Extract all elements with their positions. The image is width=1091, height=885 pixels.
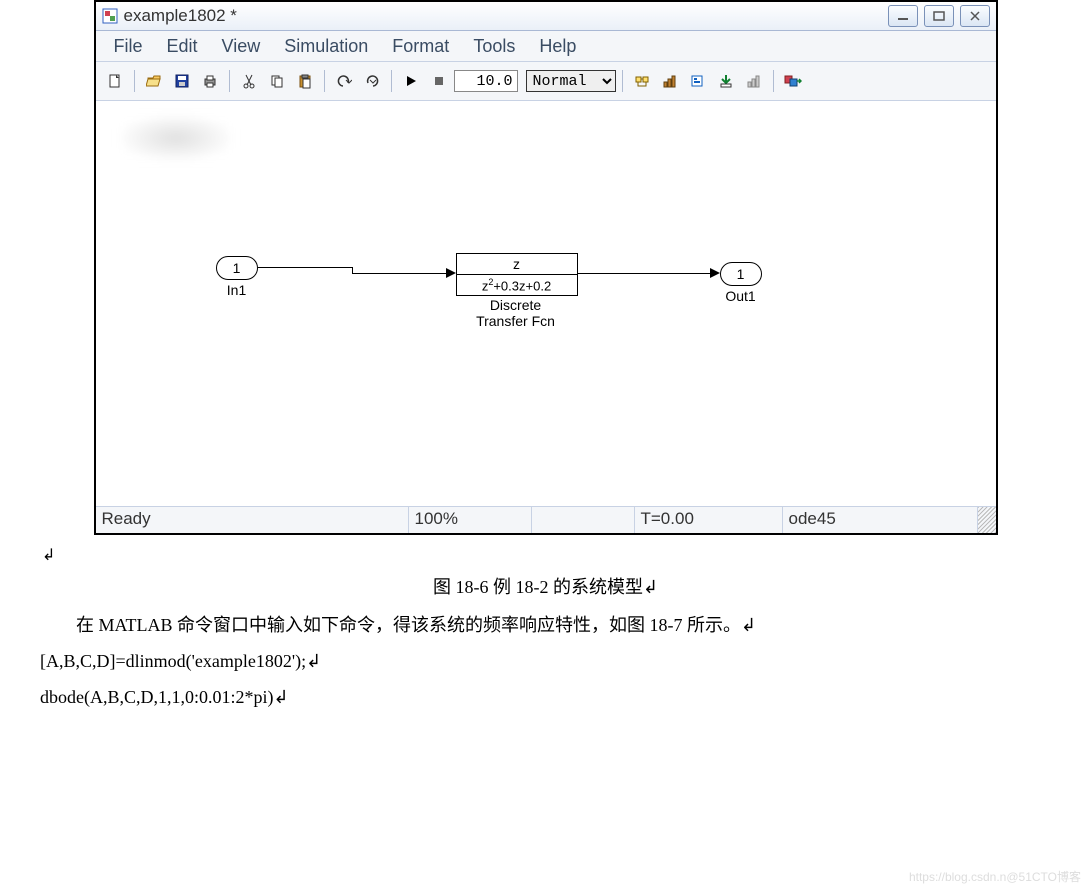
wire-2 bbox=[577, 273, 712, 274]
model-explorer-icon[interactable] bbox=[685, 68, 711, 94]
undo-icon[interactable] bbox=[331, 68, 357, 94]
redo-icon[interactable] bbox=[359, 68, 385, 94]
tf-denominator: z2+0.3z+0.2 bbox=[457, 274, 577, 295]
paste-icon[interactable] bbox=[292, 68, 318, 94]
new-icon[interactable] bbox=[102, 68, 128, 94]
simulink-window: example1802 * File Edit View Simulation … bbox=[94, 0, 998, 535]
update-icon[interactable] bbox=[741, 68, 767, 94]
outport-label: Out1 bbox=[725, 288, 755, 304]
watermark: https://blog.csdn.n@51CTO博客 bbox=[909, 868, 1081, 885]
inport-block[interactable]: 1 In1 bbox=[216, 256, 258, 298]
maximize-button[interactable] bbox=[924, 5, 954, 27]
separator bbox=[391, 70, 392, 92]
menu-format[interactable]: Format bbox=[380, 34, 461, 59]
body-text: 在 MATLAB 命令窗口中输入如下命令，得该系统的频率响应特性，如图 18-7… bbox=[40, 607, 1051, 643]
simtime-input[interactable] bbox=[454, 70, 518, 92]
resize-grip[interactable] bbox=[978, 507, 996, 533]
copy-icon[interactable] bbox=[264, 68, 290, 94]
return-mark: ↲ bbox=[42, 547, 55, 564]
model-config-icon[interactable] bbox=[657, 68, 683, 94]
wire-1a bbox=[258, 267, 353, 268]
close-button[interactable] bbox=[960, 5, 990, 27]
library-icon[interactable] bbox=[629, 68, 655, 94]
outport-block[interactable]: 1 Out1 bbox=[720, 262, 762, 304]
status-zoom: 100% bbox=[409, 507, 532, 533]
library-browser-icon[interactable] bbox=[780, 68, 806, 94]
status-time: T=0.00 bbox=[635, 507, 783, 533]
run-icon[interactable] bbox=[398, 68, 424, 94]
menu-view[interactable]: View bbox=[210, 34, 273, 59]
simmode-select[interactable]: Normal bbox=[526, 70, 616, 92]
title-bar: example1802 * bbox=[96, 2, 996, 31]
tf-label: DiscreteTransfer Fcn bbox=[456, 297, 576, 329]
figure-caption: 图 18-6 例 18-2 的系统模型↲ bbox=[40, 573, 1051, 599]
outport-number: 1 bbox=[720, 262, 762, 286]
minimize-button[interactable] bbox=[888, 5, 918, 27]
inport-label: In1 bbox=[227, 282, 246, 298]
smudge bbox=[116, 113, 236, 163]
build-icon[interactable] bbox=[713, 68, 739, 94]
status-ready: Ready bbox=[96, 507, 409, 533]
code-line-2: dbode(A,B,C,D,1,1,0:0.01:2*pi)↲ bbox=[40, 687, 289, 707]
arrow-1 bbox=[446, 268, 456, 278]
print-icon[interactable] bbox=[197, 68, 223, 94]
status-solver: ode45 bbox=[783, 507, 978, 533]
arrow-2 bbox=[710, 268, 720, 278]
separator bbox=[324, 70, 325, 92]
save-icon[interactable] bbox=[169, 68, 195, 94]
model-canvas[interactable]: 1 In1 z z2+0.3z+0.2 DiscreteTransfer Fcn… bbox=[96, 101, 996, 507]
menu-simulation[interactable]: Simulation bbox=[272, 34, 380, 59]
menu-bar: File Edit View Simulation Format Tools H… bbox=[96, 31, 996, 62]
transfer-fcn-block[interactable]: z z2+0.3z+0.2 bbox=[456, 253, 578, 296]
window-title: example1802 * bbox=[124, 6, 237, 26]
menu-file[interactable]: File bbox=[102, 34, 155, 59]
app-icon bbox=[102, 8, 118, 24]
separator bbox=[622, 70, 623, 92]
separator bbox=[134, 70, 135, 92]
status-mid bbox=[532, 507, 635, 533]
code-line-1: [A,B,C,D]=dlinmod('example1802');↲ bbox=[40, 651, 321, 671]
menu-edit[interactable]: Edit bbox=[155, 34, 210, 59]
wire-1c bbox=[352, 273, 448, 274]
menu-tools[interactable]: Tools bbox=[461, 34, 527, 59]
tf-numerator: z bbox=[457, 254, 577, 274]
cut-icon[interactable] bbox=[236, 68, 262, 94]
stop-icon[interactable] bbox=[426, 68, 452, 94]
status-bar: Ready 100% T=0.00 ode45 bbox=[96, 507, 996, 533]
open-icon[interactable] bbox=[141, 68, 167, 94]
separator bbox=[229, 70, 230, 92]
toolbar: Normal bbox=[96, 62, 996, 101]
menu-help[interactable]: Help bbox=[527, 34, 588, 59]
inport-number: 1 bbox=[216, 256, 258, 280]
separator bbox=[773, 70, 774, 92]
